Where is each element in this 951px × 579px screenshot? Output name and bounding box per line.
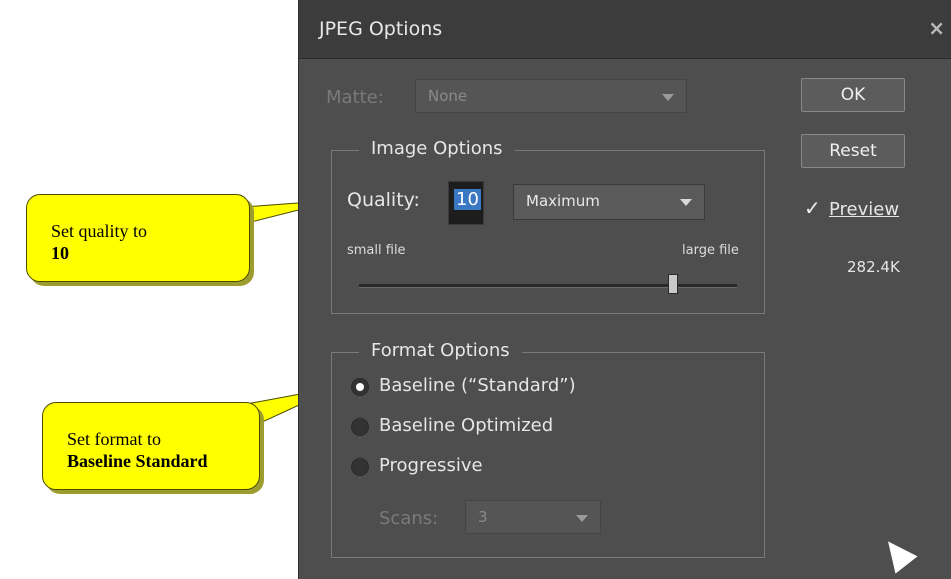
quality-preset-select[interactable]: Maximum bbox=[513, 184, 705, 220]
scans-select: 3 bbox=[465, 500, 601, 534]
format-option-label: Baseline (“Standard”) bbox=[379, 375, 576, 396]
callout-quality-line1: Set quality to bbox=[51, 221, 147, 241]
matte-select-value: None bbox=[428, 87, 468, 105]
slider-max-label: large file bbox=[682, 243, 739, 258]
quality-input[interactable]: 10 bbox=[448, 181, 484, 225]
radio-icon[interactable] bbox=[351, 418, 369, 436]
quality-slider-track[interactable] bbox=[359, 284, 737, 288]
jpeg-options-dialog: JPEG Options × Matte: None OK Reset Imag… bbox=[298, 0, 951, 579]
scans-select-value: 3 bbox=[478, 508, 488, 526]
mouse-cursor-icon bbox=[877, 532, 918, 574]
callout-format-line1: Set format to bbox=[67, 429, 161, 449]
quality-label: Quality: bbox=[347, 189, 420, 211]
preview-label[interactable]: Preview bbox=[829, 199, 899, 220]
title-bar: JPEG Options × bbox=[299, 0, 951, 59]
quality-preset-value: Maximum bbox=[526, 192, 600, 210]
preview-label-text: Preview bbox=[829, 199, 900, 220]
image-options-group bbox=[331, 150, 765, 314]
scans-label: Scans: bbox=[379, 508, 439, 529]
dropdown-arrow-icon bbox=[662, 94, 674, 101]
dropdown-arrow-icon bbox=[680, 199, 692, 206]
dialog-title: JPEG Options bbox=[319, 18, 443, 40]
format-option-label: Progressive bbox=[379, 455, 483, 476]
radio-icon[interactable] bbox=[351, 458, 369, 476]
slider-min-label: small file bbox=[347, 243, 406, 258]
dropdown-arrow-icon bbox=[576, 515, 588, 522]
matte-select: None bbox=[415, 79, 687, 113]
image-options-legend: Image Options bbox=[359, 138, 515, 159]
quality-value: 10 bbox=[454, 189, 481, 210]
ok-button[interactable]: OK bbox=[801, 78, 905, 112]
reset-button[interactable]: Reset bbox=[801, 134, 905, 168]
radio-icon[interactable] bbox=[351, 378, 369, 396]
callout-quality: Set quality to 10 bbox=[26, 194, 250, 282]
close-icon[interactable]: × bbox=[928, 16, 945, 40]
file-size-readout: 282.4K bbox=[847, 258, 900, 276]
format-options-legend: Format Options bbox=[359, 340, 522, 361]
callout-format: Set format to Baseline Standard bbox=[42, 402, 260, 490]
quality-slider-thumb[interactable] bbox=[667, 274, 678, 294]
callout-format-line2: Baseline Standard bbox=[67, 451, 208, 471]
callout-quality-line2: 10 bbox=[51, 243, 69, 263]
format-option-label: Baseline Optimized bbox=[379, 415, 554, 436]
matte-label: Matte: bbox=[326, 87, 384, 108]
checkbox-icon[interactable]: ✓ bbox=[804, 198, 822, 218]
